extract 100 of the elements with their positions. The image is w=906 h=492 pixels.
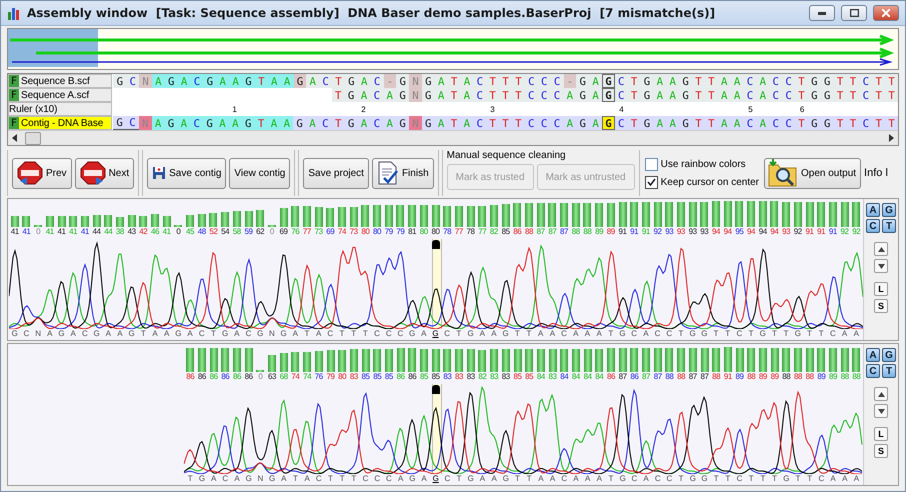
quality-bar	[747, 348, 756, 372]
close-button[interactable]	[873, 5, 899, 21]
down-arrow-icon	[878, 408, 884, 414]
scrollbar-thumb[interactable]	[25, 132, 41, 144]
base-call: C	[385, 474, 393, 485]
quality-bar	[443, 206, 452, 227]
toolbar-button[interactable]: Save contig	[147, 158, 226, 188]
quality-bar	[350, 349, 358, 372]
quality-score: 94	[710, 227, 722, 238]
horizontal-scrollbar[interactable]	[8, 130, 898, 145]
open-output-button[interactable]: Open output	[764, 158, 862, 188]
quality-score: 87	[618, 372, 628, 383]
toolbar-button[interactable]: Next	[74, 158, 134, 188]
close-icon	[882, 9, 890, 17]
sequence-label[interactable]: Ruler (x10)	[8, 102, 112, 116]
quality-bar	[712, 348, 720, 372]
base-call: C	[22, 329, 30, 340]
quality-bar	[758, 201, 767, 227]
quality-bar	[607, 348, 615, 372]
base-filter-button[interactable]: G	[882, 203, 896, 217]
toolbar-button[interactable]: Finish	[372, 158, 434, 188]
quality-bar	[302, 206, 311, 227]
quality-score: 91	[617, 227, 628, 238]
quality-score: 78	[442, 227, 452, 238]
quality-bar	[104, 214, 112, 227]
base-call: G	[794, 329, 802, 340]
base-call: C	[244, 329, 252, 340]
base-call: G	[92, 329, 101, 340]
quality-bar	[514, 348, 522, 372]
base-filter-button[interactable]: T	[882, 219, 896, 233]
base-call: G	[198, 474, 206, 485]
base-call: G	[502, 474, 510, 485]
quality-score: 80	[337, 372, 348, 383]
sequence-label[interactable]: F Sequence B.scf	[8, 74, 112, 88]
quality-bar	[198, 348, 206, 372]
quality-score: 87	[688, 372, 698, 383]
quality-bar	[606, 202, 615, 227]
bar-chart-icon	[7, 6, 21, 20]
quality-bar	[338, 350, 346, 372]
quality-bar	[291, 352, 300, 372]
base-call: T	[456, 474, 462, 485]
quality-score: 86	[407, 372, 418, 383]
base-call: T	[806, 329, 813, 340]
base-call: C	[443, 329, 452, 340]
quality-bar	[852, 202, 860, 227]
base-call: A	[478, 329, 486, 340]
toolbar-button[interactable]: Prev	[12, 158, 72, 188]
base-filter-button[interactable]: A	[866, 348, 880, 362]
scroll-up-button[interactable]	[874, 387, 888, 401]
toolbar-button[interactable]: Save project	[303, 158, 369, 188]
cursor-marker-icon	[432, 240, 440, 249]
quality-bar	[502, 349, 510, 372]
quality-bar	[712, 201, 720, 227]
panel-option-button[interactable]: S	[874, 299, 888, 313]
panel-option-button[interactable]: L	[874, 427, 888, 441]
base-filter-button[interactable]: A	[866, 203, 880, 217]
quality-score: 95	[734, 227, 744, 238]
checkbox[interactable]	[644, 158, 658, 170]
base-call: C	[314, 474, 323, 485]
base-call: C	[630, 474, 638, 485]
quality-bar	[630, 348, 638, 372]
sequence-label[interactable]: F Sequence A.scf	[8, 88, 112, 102]
minimize-button[interactable]	[809, 5, 835, 21]
quality-score: 86	[244, 372, 254, 383]
quality-bar	[642, 348, 650, 372]
up-arrow-icon	[878, 392, 884, 396]
base-call: C	[630, 329, 638, 340]
sequence-label[interactable]: F Contig - DNA Base	[8, 116, 112, 130]
quality-bar	[817, 348, 826, 372]
base-run: G A T A C T T T C C C A G A	[422, 88, 602, 102]
scroll-down-button[interactable]	[874, 259, 888, 273]
base-run: N	[409, 116, 422, 130]
quality-score: 92	[652, 227, 663, 238]
base-filter-button[interactable]: G	[882, 348, 896, 362]
base-run: G	[602, 88, 615, 102]
quality-score: 91	[828, 227, 838, 238]
quality-bar	[536, 349, 545, 372]
quality-bar	[700, 348, 708, 372]
base-call: G	[466, 329, 475, 340]
scroll-up-button[interactable]	[874, 242, 888, 256]
quality-score: 85	[372, 372, 382, 383]
quality-score: 41	[10, 227, 20, 238]
toolbar-button[interactable]: View contig	[229, 158, 290, 188]
scroll-down-button[interactable]	[874, 404, 888, 418]
base-filter-button[interactable]: C	[866, 364, 880, 378]
quality-bar	[233, 348, 241, 372]
quality-bar	[688, 348, 697, 372]
quality-score: 74	[290, 372, 300, 383]
quality-score: 77	[477, 227, 488, 238]
quality-score: 94	[722, 227, 733, 238]
panel-option-button[interactable]: S	[874, 444, 888, 458]
maximize-button[interactable]	[841, 5, 867, 21]
checkbox[interactable]	[644, 176, 658, 188]
base-filter-button[interactable]: T	[882, 364, 896, 378]
quality-score: 63	[267, 372, 278, 383]
base-filter-button[interactable]: C	[866, 219, 880, 233]
panel-option-button[interactable]: L	[874, 282, 888, 296]
quality-bar	[642, 202, 650, 227]
quality-score: 79	[384, 227, 394, 238]
base-run: G A C T G A C A G	[293, 116, 409, 130]
